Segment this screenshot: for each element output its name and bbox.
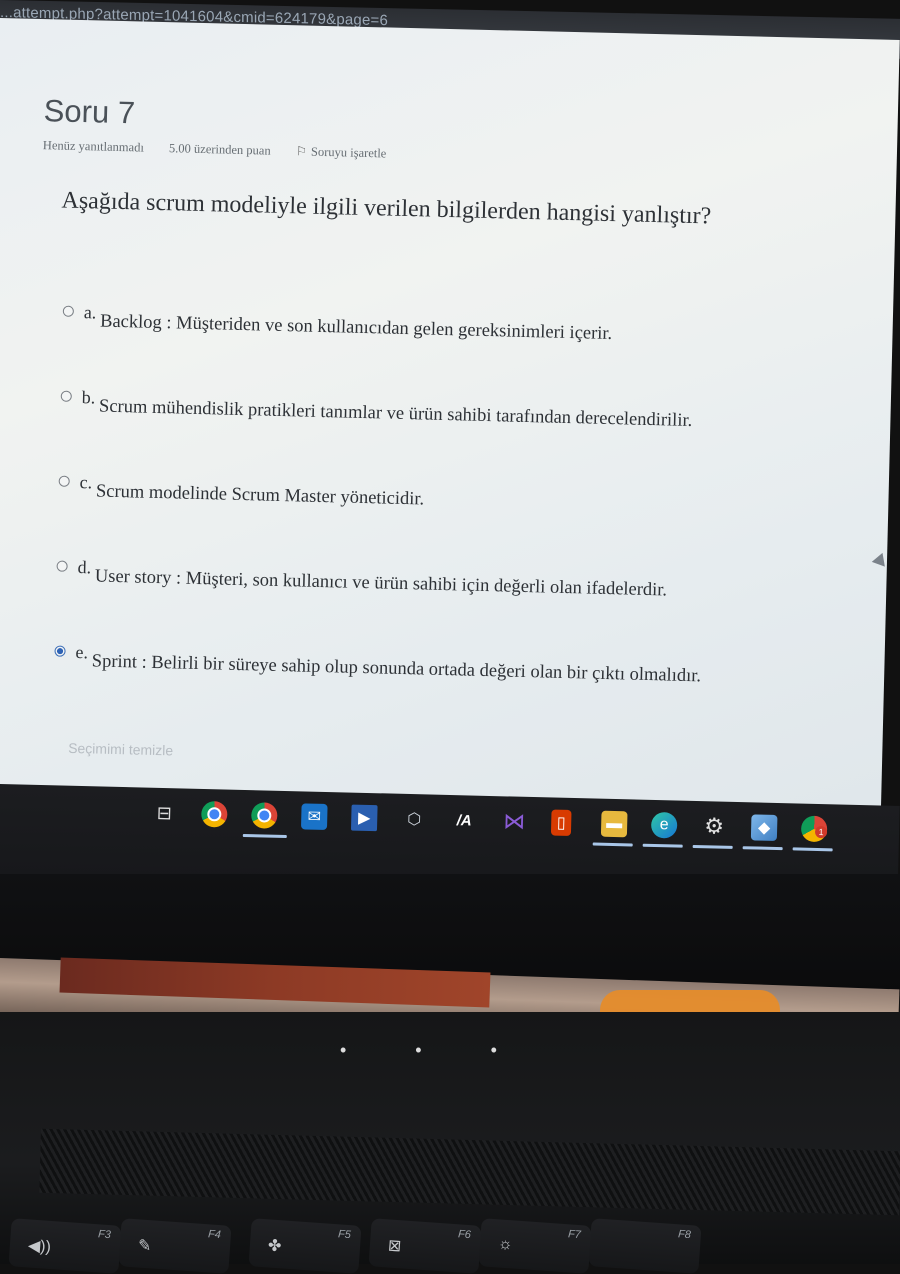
key-f4[interactable]: F4 ✎ [118,1218,232,1274]
option-text[interactable]: Scrum mühendislik pratikleri tanımlar ve… [99,397,693,431]
cube-icon[interactable]: ⬡ [401,806,428,833]
key-f6[interactable]: F6 ⊠ [368,1218,482,1274]
key-f3[interactable]: F3 ◀)) [8,1218,122,1274]
option-c[interactable]: c. Scrum modelinde Scrum Master yöneticid… [58,472,425,511]
teams-icon[interactable]: ▶ [350,804,378,832]
key-label: F8 [677,1228,692,1242]
option-text[interactable]: User story : Müşteri, son kullanıcı ve ü… [95,566,668,600]
indicator-lights: • • • [340,1040,529,1060]
answer-status: Henüz yanıtlanmadı [42,138,145,155]
option-text[interactable]: Scrum modelinde Scrum Master yöneticidir… [96,481,425,509]
question-info: Henüz yanıtlanmadı 5.00 üzerinden puan ⚐… [43,137,431,162]
key-label: F5 [337,1228,352,1242]
points-label: 5.00 üzerinden puan [168,141,271,158]
volume-icon: ◀)) [27,1237,52,1256]
display-off-icon: ⊠ [387,1237,402,1256]
option-letter: d. [77,557,92,578]
flag-question[interactable]: ⚐ Soruyu işaretle [296,144,409,161]
file-explorer-icon[interactable]: ▬ [600,810,628,838]
key-f7[interactable]: F7 ☼ [478,1218,592,1274]
key-f5[interactable]: F5 ✤ [248,1218,362,1274]
option-letter: e. [75,642,89,663]
app-indicator [792,847,833,852]
option-d[interactable]: d. User story : Müşteri, son kullanıcı ve… [56,557,668,602]
option-letter: a. [83,302,97,323]
clear-choice-link[interactable]: Seçimimi temizle [68,740,173,759]
option-letter: c. [79,472,93,493]
key-label: F7 [567,1228,582,1242]
chrome-alt-icon[interactable] [250,802,278,829]
fan-icon: ✤ [267,1237,282,1256]
option-text[interactable]: Backlog : Müşteriden ve son kullanıcıdan… [100,312,613,345]
option-a[interactable]: a. Backlog : Müşteriden ve son kullanıcıd… [62,302,613,345]
app-indicator [692,844,733,849]
mail-icon[interactable]: ✉ [300,803,328,831]
key-label: F6 [457,1228,472,1242]
flag-icon[interactable]: ⚐ [296,144,308,158]
radio-e-selected[interactable] [54,645,66,658]
radio-d[interactable] [56,560,68,573]
quiz-page: Soru 7 Henüz yanıtlanmadı 5.00 üzerinden… [0,18,900,852]
settings-icon[interactable]: ⚙ [701,813,728,840]
option-text[interactable]: Sprint : Belirli bir süreye sahip olup s… [92,651,702,686]
radio-b[interactable] [60,390,72,403]
option-b[interactable]: b. Scrum mühendislik pratikleri tanımlar … [60,387,693,432]
key-label: F3 [97,1228,112,1242]
key-f8[interactable]: F8 [588,1218,702,1274]
radio-a[interactable] [62,305,74,318]
key-label: F4 [207,1228,222,1242]
option-letter: b. [81,387,96,408]
question-text: Aşağıda scrum modeliyle ilgili verilen b… [61,187,712,230]
app-indicator [642,843,683,848]
store-icon[interactable]: ◆ [750,814,778,841]
app-indicator [592,842,633,847]
mic-mute-icon: ✎ [137,1237,152,1256]
flag-label[interactable]: Soruyu işaretle [311,145,387,161]
option-e[interactable]: e. Sprint : Belirli bir süreye sahip olup… [54,642,702,688]
notification-badge: 1 [814,825,828,839]
edge-icon[interactable]: e [650,811,678,839]
radio-c[interactable] [58,475,70,488]
visual-studio-icon[interactable]: ⋈ [501,808,528,835]
active-app-indicator [242,833,287,839]
brightness-icon: ☼ [497,1235,514,1254]
app-indicator [742,846,783,851]
question-number-title: Soru 7 [43,93,136,131]
chrome-icon[interactable] [201,800,228,828]
task-view-icon[interactable]: ⊟ [151,800,178,827]
app-ia-icon[interactable]: /A [451,807,478,834]
office-icon[interactable]: ▯ [550,809,572,836]
